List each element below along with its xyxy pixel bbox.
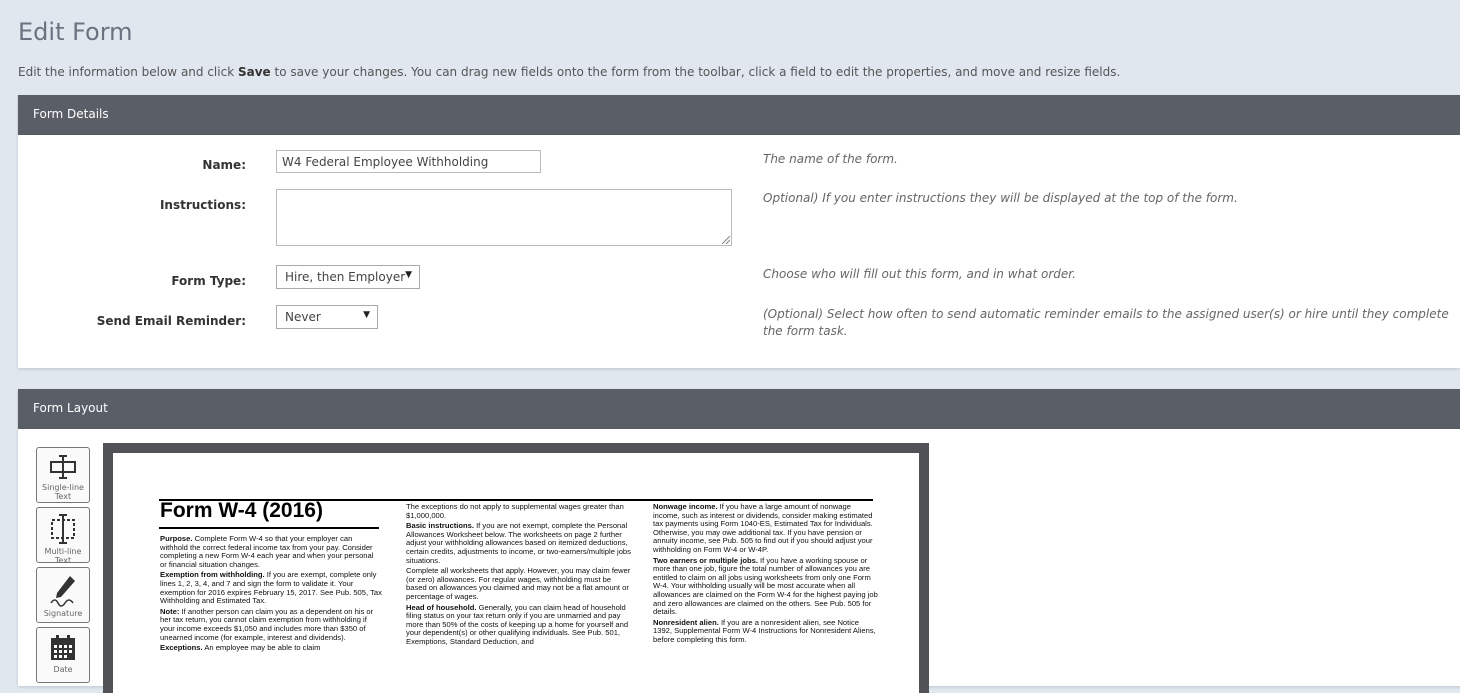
paragraph-text: Complete Form W-4 so that your employer … — [160, 534, 374, 569]
instructions-label: Instructions: — [159, 198, 246, 212]
intro-text-rest: to save your changes. You can drag new f… — [270, 65, 1121, 79]
document-paragraph: Nonwage income. If you have a large amou… — [653, 502, 878, 555]
tool-label: Signature — [43, 609, 83, 618]
paragraph-text: If another person can claim you as a dep… — [160, 606, 374, 642]
tool-label: Single-line — [42, 483, 84, 492]
form-type-select[interactable]: Hire, then Employer ▼ — [276, 265, 420, 289]
reminder-select[interactable]: Never ▼ — [276, 305, 378, 329]
reminder-label: Send Email Reminder: — [96, 314, 246, 328]
dropdown-arrow-icon: ▼ — [363, 310, 370, 320]
document-column-2: The exceptions do not apply to supplemen… — [406, 502, 631, 649]
document-paragraph: Basic instructions. If you are not exemp… — [406, 521, 631, 565]
resize-handle-icon[interactable] — [722, 236, 730, 244]
form-layout-panel: Single-line Text Multi-line Text Signatu… — [18, 429, 1460, 693]
tool-label: Date — [53, 665, 73, 674]
form-type-value: Hire, then Employer — [285, 270, 406, 284]
multi-line-text-icon — [51, 514, 75, 544]
tool-label: Text — [54, 492, 72, 501]
paragraph-text: An employee may be able to claim — [202, 643, 321, 653]
intro-save-word: Save — [237, 65, 271, 79]
document-title: Form W-4 (2016) — [160, 499, 323, 522]
document-paragraph: Nonresident alien. If you are a nonresid… — [653, 618, 878, 645]
document-paragraph: Complete all worksheets that apply. Howe… — [406, 566, 631, 601]
paragraph-text: Complete all worksheets that apply. Howe… — [406, 566, 631, 601]
tool-label: Multi-line — [44, 547, 82, 556]
paragraph-heading: Exceptions. — [160, 643, 203, 653]
dropdown-arrow-icon: ▼ — [405, 270, 412, 280]
title-rule — [159, 527, 379, 529]
calendar-icon — [51, 635, 75, 660]
form-layout-header: Form Layout — [18, 389, 1460, 429]
document-paragraph: Note: If another person can claim you as… — [160, 606, 382, 642]
signature-icon — [50, 576, 75, 607]
tool-signature[interactable]: Signature — [36, 567, 90, 623]
name-help: The name of the form. — [763, 152, 898, 166]
paragraph-text: The exceptions do not apply to supplemen… — [406, 502, 624, 520]
document-column-1: Purpose. Complete Form W-4 so that your … — [160, 534, 382, 655]
tool-date[interactable]: Date — [36, 627, 90, 683]
document-paragraph: The exceptions do not apply to supplemen… — [406, 502, 631, 520]
document-paragraph: Exceptions. An employee may be able to c… — [160, 643, 382, 653]
paragraph-text: If you have a working spouse or more tha… — [653, 555, 878, 617]
document-paragraph: Two earners or multiple jobs. If you hav… — [653, 555, 878, 617]
tool-multi-line-text[interactable]: Multi-line Text — [36, 507, 90, 565]
instructions-help: Optional) If you enter instructions they… — [763, 191, 1238, 205]
page-intro: Edit the information below and click Sav… — [18, 65, 1120, 79]
document-paragraph: Exemption from withholding. If you are e… — [160, 571, 382, 605]
instructions-textarea[interactable] — [276, 189, 732, 246]
form-document-preview: Form W-4 (2016) Purpose. Complete Form W… — [113, 453, 919, 693]
page-title: Edit Form — [18, 18, 133, 46]
reminder-value: Never — [285, 310, 321, 324]
name-input[interactable]: W4 Federal Employee Withholding — [276, 150, 541, 173]
form-type-help: Choose who will fill out this form, and … — [763, 267, 1076, 281]
tool-label: Text — [54, 556, 72, 565]
document-paragraph: Head of household. Generally, you can cl… — [406, 603, 631, 647]
tool-single-line-text[interactable]: Single-line Text — [36, 447, 90, 503]
reminder-help: (Optional) Select how often to send auto… — [763, 307, 1449, 338]
form-details-header: Form Details — [18, 95, 1460, 135]
form-canvas[interactable]: Form W-4 (2016) Purpose. Complete Form W… — [103, 443, 929, 693]
form-details-panel: Name: W4 Federal Employee Withholding Th… — [18, 135, 1460, 368]
name-label: Name: — [202, 158, 246, 172]
document-paragraph: Purpose. Complete Form W-4 so that your … — [160, 534, 382, 569]
document-column-3: Nonwage income. If you have a large amou… — [653, 502, 878, 647]
paragraph-text: If you have a large amount of nonwage in… — [653, 502, 873, 554]
form-type-label: Form Type: — [171, 274, 246, 288]
single-line-text-icon — [50, 455, 76, 479]
intro-text: Edit the information below and click — [18, 65, 238, 79]
